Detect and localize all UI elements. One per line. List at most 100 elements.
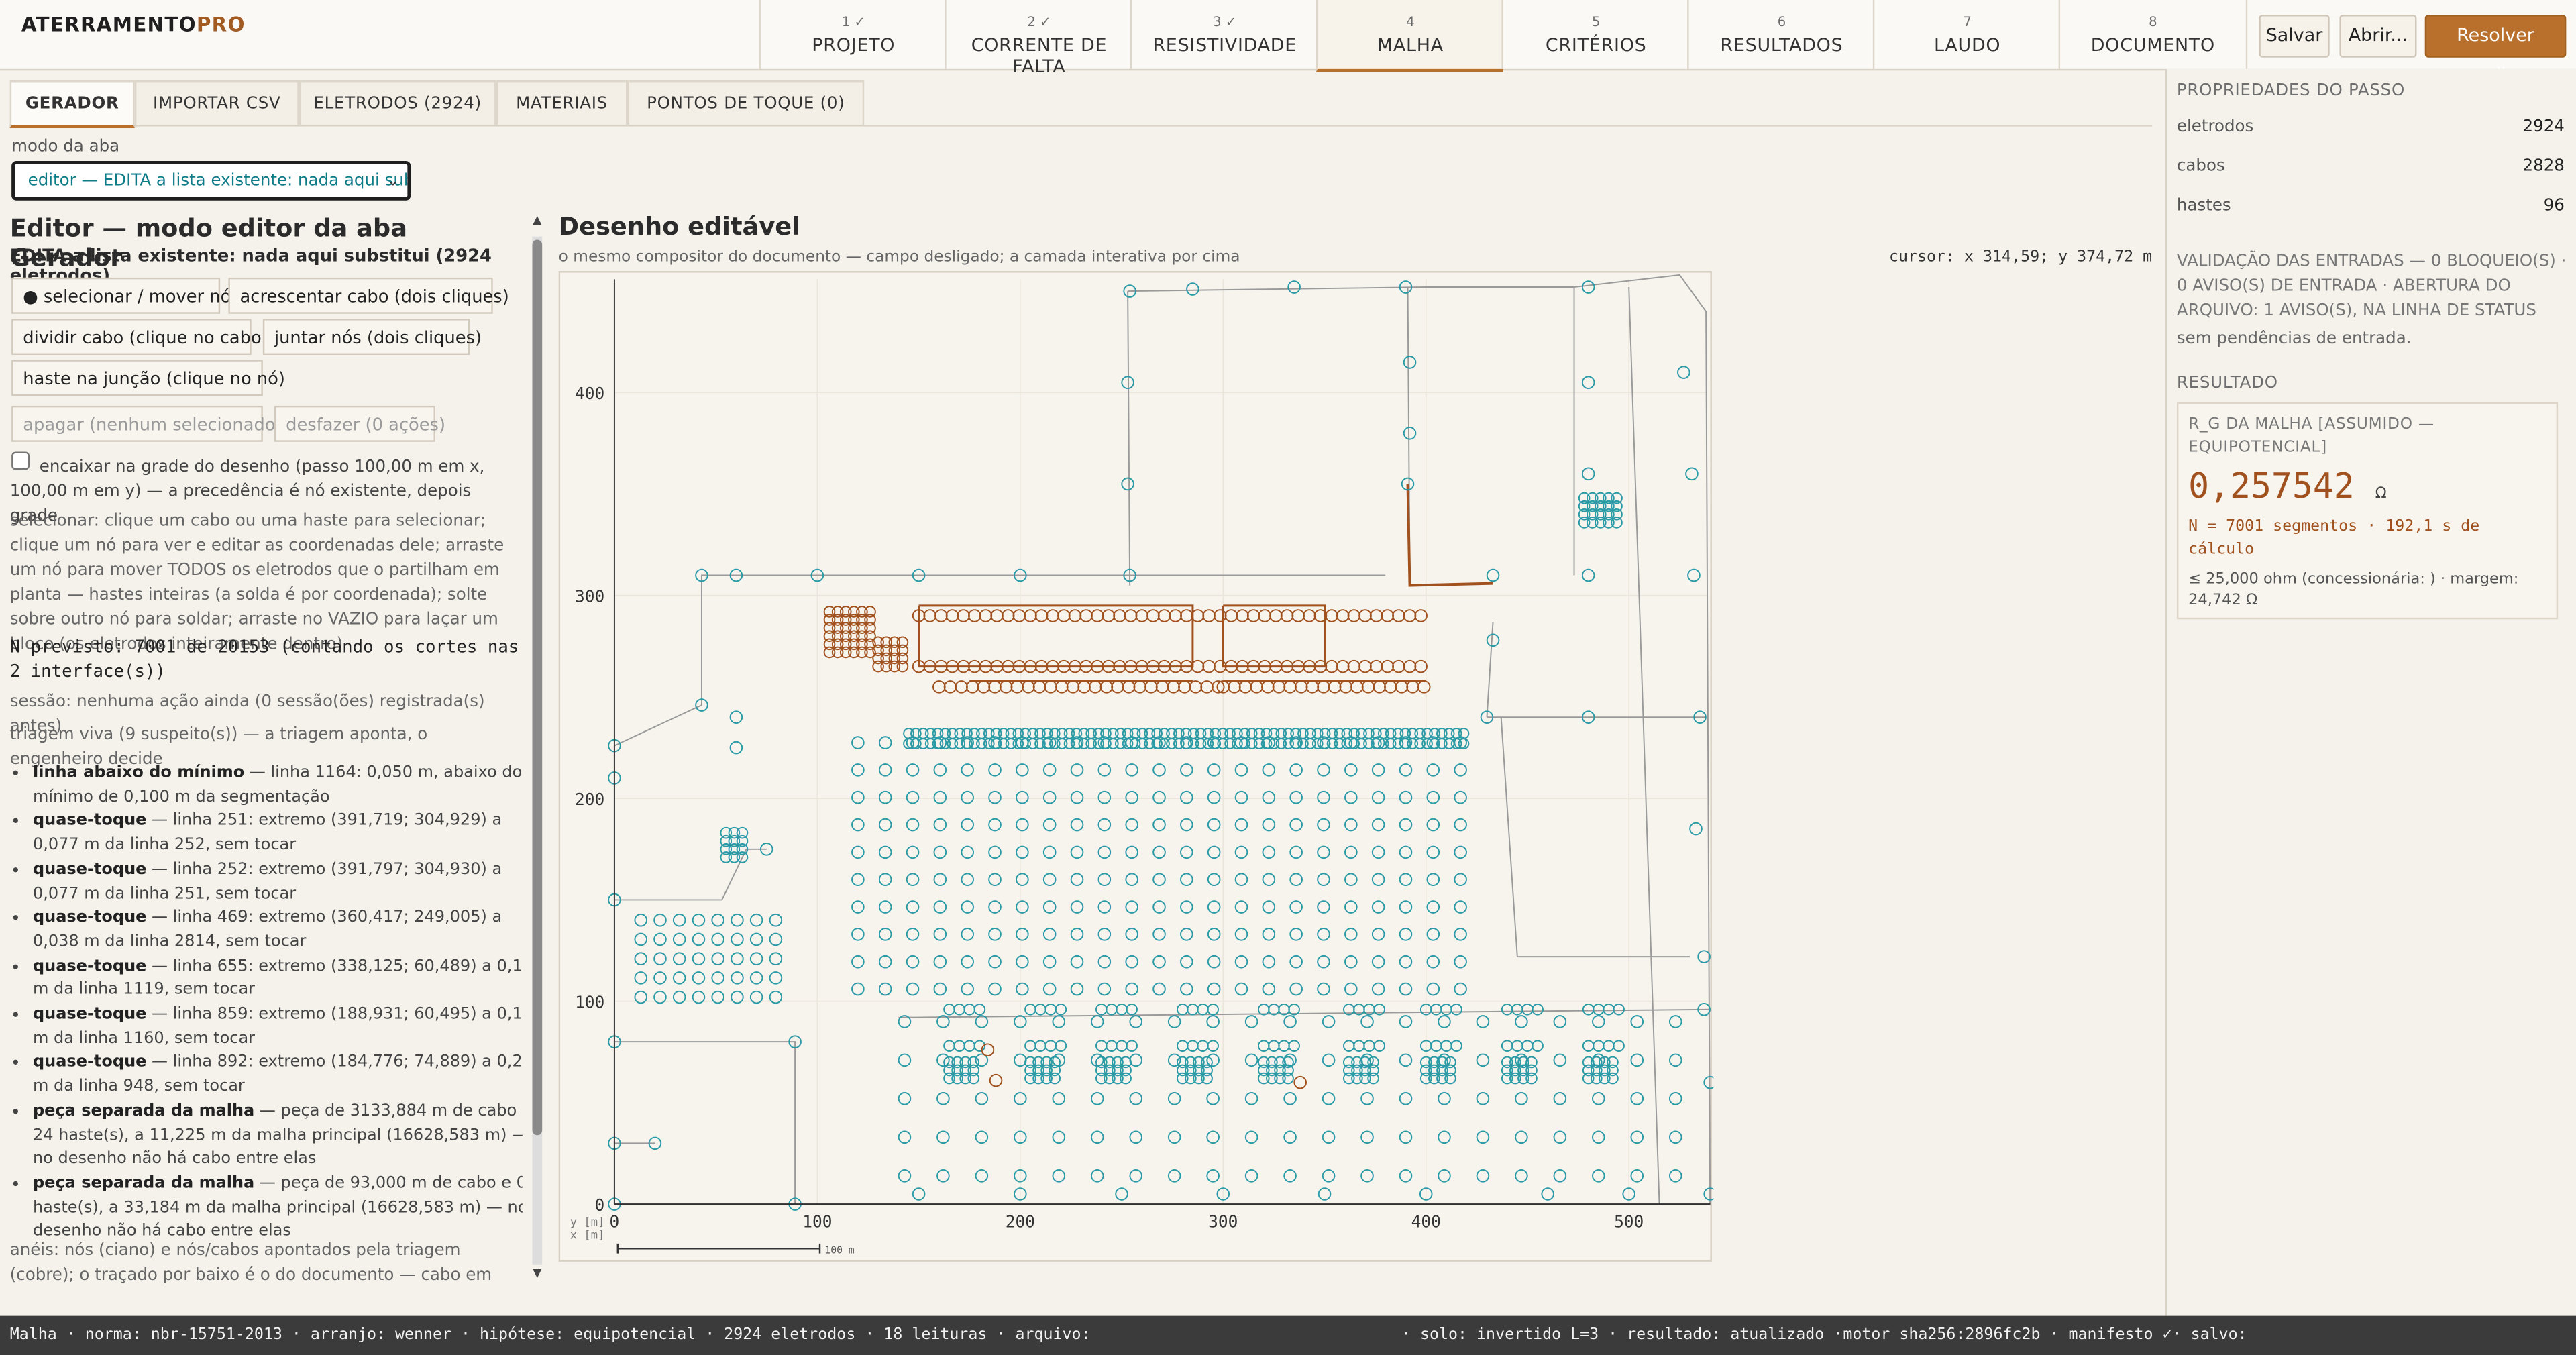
triage-item[interactable]: quase-toque — linha 469: extremo (360,41… (33, 907, 523, 955)
add-cable-button[interactable]: acrescentar cabo (dois cliques) (228, 277, 509, 314)
node-ring (851, 982, 865, 996)
step-projeto[interactable]: 1 ✓ PROJETO (759, 0, 946, 69)
node-ring (1426, 955, 1440, 969)
node-ring (692, 913, 706, 927)
node-ring (1406, 680, 1419, 694)
undo-button[interactable]: desfazer (0 ações) (274, 405, 445, 442)
node-ring (1244, 1169, 1258, 1183)
node-ring (1010, 680, 1024, 694)
triage-item[interactable]: quase-toque — linha 892: extremo (184,77… (33, 1052, 523, 1100)
node-ring (1344, 873, 1358, 886)
node-ring (1392, 659, 1405, 673)
node-ring (1322, 1092, 1336, 1105)
node-ring (1592, 1015, 1605, 1028)
triage-item[interactable]: quase-toque — linha 859: extremo (188,93… (33, 1004, 523, 1052)
node-ring (1152, 900, 1166, 914)
node-ring (1042, 818, 1057, 832)
delete-button[interactable]: apagar (nenhum selecionado) (11, 405, 282, 442)
save-button[interactable]: Salvar (2259, 15, 2330, 58)
node-ring (1289, 955, 1303, 969)
triage-item[interactable]: peça separada da malha — peça de 93,000 … (33, 1173, 523, 1245)
node-ring (1515, 1130, 1528, 1144)
node-ring (1339, 680, 1353, 694)
rod-junction-button[interactable]: haste na junção (clique no nó) (11, 360, 285, 396)
node-ring (1261, 680, 1275, 694)
node-ring (1262, 790, 1276, 804)
node-ring (1399, 1130, 1413, 1144)
tab-importar-csv[interactable]: IMPORTAR CSV (134, 80, 299, 125)
select-move-button[interactable]: ● selecionar / mover nó (11, 277, 231, 314)
node-ring (1399, 873, 1413, 886)
step-malha[interactable]: 4 MALHA (1316, 0, 1503, 72)
triage-item[interactable]: quase-toque — linha 251: extremo (391,71… (33, 810, 523, 859)
node-ring (1280, 609, 1294, 622)
node-ring (1272, 680, 1286, 694)
triage-item[interactable]: quase-toque — linha 252: extremo (391,79… (33, 859, 523, 907)
triage-item[interactable]: quase-toque — linha 655: extremo (338,12… (33, 955, 523, 1004)
node-ring (1167, 680, 1180, 694)
node-ring (1363, 1040, 1375, 1052)
node-ring (1090, 1015, 1104, 1028)
node-ring (1476, 1053, 1490, 1067)
open-button[interactable]: Abrir... (2339, 15, 2417, 58)
mode-select[interactable]: editor — EDITA a lista existente: nada a… (11, 161, 411, 201)
step-documento[interactable]: 8 DOCUMENTO (2058, 0, 2248, 69)
node-ring (1325, 609, 1338, 622)
node-ring (1236, 609, 1249, 622)
node-ring (1581, 280, 1595, 294)
node-ring (1476, 1130, 1490, 1144)
node-ring (1206, 1169, 1220, 1183)
scroll-down-icon[interactable]: ▼ (529, 1266, 545, 1280)
node-ring (1207, 982, 1221, 996)
drawing-subtitle: o mesmo compositor do documento — campo … (558, 248, 1240, 266)
node-ring (1152, 845, 1166, 859)
mesh-drawing[interactable]: 0 100 200 300 400 500 0 100 200 300 400 y [m]x [m] 1… (560, 273, 1714, 1264)
node-ring (1016, 900, 1029, 914)
node-ring (1476, 1092, 1490, 1105)
node-ring (1525, 1056, 1538, 1069)
tab-eletrodos[interactable]: ELETRODOS (2924) (299, 80, 496, 125)
tab-pontos-de-toque[interactable]: PONTOS DE TOQUE (0) (627, 80, 865, 125)
node-ring (1687, 568, 1701, 582)
node-ring (1344, 900, 1358, 914)
node-ring (1511, 1040, 1523, 1052)
triage-item[interactable]: peça separada da malha — peça de 3133,88… (33, 1100, 523, 1173)
step-laudo[interactable]: 7 LAUDO (1872, 0, 2060, 69)
solve-mesh-button[interactable]: Resolver malha (2424, 15, 2567, 85)
node-ring (1438, 1130, 1451, 1144)
tab-materiais[interactable]: MATERIAIS (496, 80, 628, 125)
node-ring (1399, 928, 1413, 941)
node-ring (1344, 818, 1358, 832)
node-ring (1430, 1040, 1442, 1052)
split-cable-button[interactable]: dividir cabo (clique no cabo) (11, 319, 268, 355)
x-tick-label: 200 (1006, 1211, 1035, 1231)
node-ring (1167, 1053, 1181, 1067)
node-ring (933, 928, 947, 941)
step-criterios[interactable]: 5 CRITÉRIOS (1501, 0, 1688, 69)
step-corrente-de-falta[interactable]: 2 ✓ CORRENTE DE FALTA (945, 0, 1132, 77)
step-resultados[interactable]: 6 RESULTADOS (1687, 0, 1874, 69)
node-ring (1180, 900, 1193, 914)
tab-gerador[interactable]: GERADOR (9, 80, 135, 129)
node-ring (1187, 1040, 1199, 1052)
flagged-cable (918, 604, 1194, 668)
join-nodes-button[interactable]: juntar nós (dois cliques) (262, 319, 482, 355)
nodes-layer (608, 280, 1714, 1211)
editor-scrollbar[interactable]: ▲ ▼ (529, 213, 545, 1285)
node-ring (1234, 955, 1248, 969)
mesh-canvas[interactable]: 0 100 200 300 400 500 0 100 200 300 400 y [m] x [m] 1… (558, 271, 1714, 1264)
node-ring (896, 636, 909, 649)
node-ring (1144, 680, 1158, 694)
node-ring (1070, 982, 1084, 996)
flagged-cable (1222, 604, 1326, 668)
scroll-up-icon[interactable]: ▲ (529, 213, 545, 227)
node-ring (851, 790, 865, 804)
node-ring (1344, 982, 1358, 996)
node-ring (1099, 680, 1114, 694)
node-ring (961, 900, 974, 914)
scroll-thumb[interactable] (532, 239, 543, 1136)
y-tick-label: 100 (575, 992, 604, 1012)
node-ring (1318, 1187, 1332, 1201)
triage-item[interactable]: linha abaixo do mínimo — linha 1164: 0,0… (33, 762, 523, 810)
step-resistividade[interactable]: 3 ✓ RESISTIVIDADE (1130, 0, 1318, 69)
